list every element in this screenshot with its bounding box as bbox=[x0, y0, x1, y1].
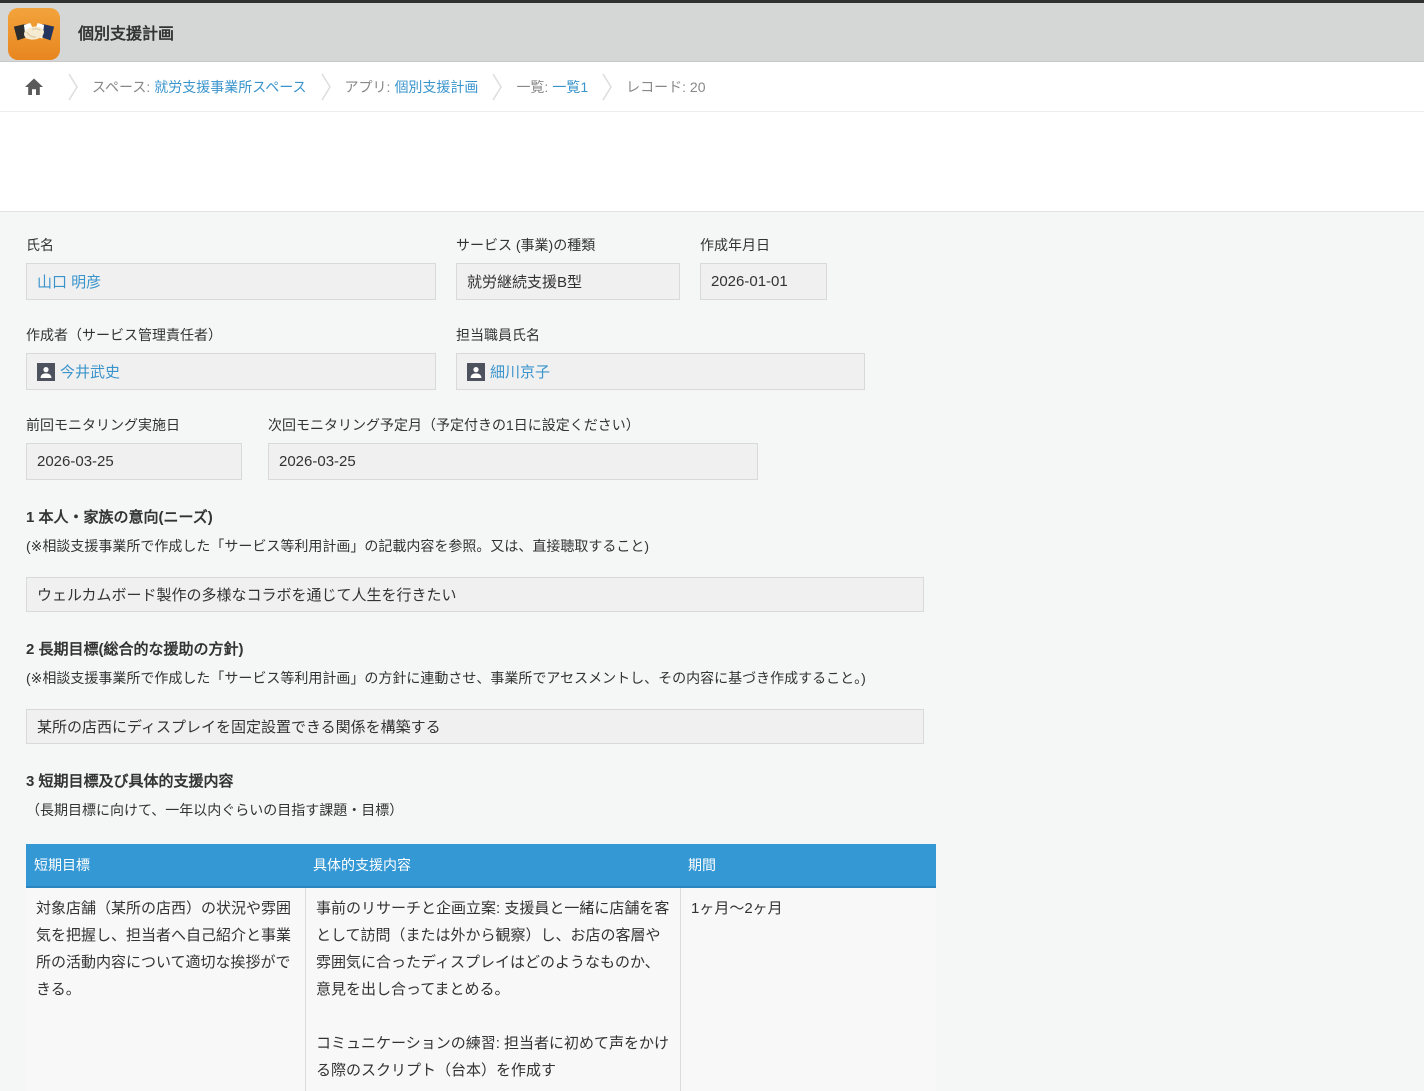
field-next-monitoring-value: 2026-03-25 bbox=[279, 453, 356, 470]
field-row-1: 氏名 山口 明彦 サービス (事業)の種類 就労継続支援B型 作成年月日 202… bbox=[26, 235, 1424, 300]
cell-support-content: 事前のリサーチと企画立案: 支援員と一緒に店舗を客として訪問（または外から観察）… bbox=[305, 888, 680, 1091]
table-row: 対象店舗（某所の店西）の状況や雰囲気を把握し、担当者へ自己紹介と事業所の活動内容… bbox=[26, 888, 936, 1091]
chevron-right-icon bbox=[602, 72, 612, 102]
breadcrumb-space-link[interactable]: 就労支援事業所スペース bbox=[154, 77, 306, 97]
field-name: 氏名 山口 明彦 bbox=[26, 235, 436, 300]
breadcrumb-app-label: アプリ: bbox=[345, 77, 391, 97]
cell-short-goal: 対象店舗（某所の店西）の状況や雰囲気を把握し、担当者へ自己紹介と事業所の活動内容… bbox=[26, 888, 305, 1091]
support-plan-table: 短期目標 具体的支援内容 期間 対象店舗（某所の店西）の状況や雰囲気を把握し、担… bbox=[26, 844, 936, 1091]
field-last-monitoring-value-box: 2026-03-25 bbox=[26, 443, 242, 480]
field-staff-label: 担当職員氏名 bbox=[456, 325, 865, 345]
field-next-monitoring: 次回モニタリング予定月（予定付きの1日に設定ください） 2026-03-25 bbox=[268, 415, 758, 480]
chevron-right-icon bbox=[321, 72, 331, 102]
field-next-monitoring-value-box: 2026-03-25 bbox=[268, 443, 758, 480]
page-title: 個別支援計画 bbox=[78, 20, 174, 44]
section-short-goal-note: （長期目標に向けて、一年以内ぐらいの目指す課題・目標） bbox=[26, 800, 1424, 820]
field-service-type-value-box: 就労継続支援B型 bbox=[456, 263, 680, 300]
field-name-value-link[interactable]: 山口 明彦 bbox=[37, 271, 101, 292]
field-created-date-value: 2026-01-01 bbox=[711, 273, 788, 290]
field-name-value-box: 山口 明彦 bbox=[26, 263, 436, 300]
field-staff: 担当職員氏名 細川京子 bbox=[456, 325, 865, 390]
user-icon bbox=[467, 363, 485, 381]
field-creator-user-chip: 今井武史 bbox=[37, 361, 120, 382]
section-short-goal-title: 3 短期目標及び具体的支援内容 bbox=[26, 770, 1424, 791]
field-next-monitoring-label: 次回モニタリング予定月（予定付きの1日に設定ください） bbox=[268, 415, 758, 435]
section-long-goal-note: (※相談支援事業所で作成した「サービス等利用計画」の方針に連動させ、事業所でアセ… bbox=[26, 668, 1424, 688]
field-row-2: 作成者（サービス管理責任者） 今井武史 担当職員氏名 細川京子 bbox=[26, 325, 1424, 390]
section-needs-title: 1 本人・家族の意向(ニーズ) bbox=[26, 506, 1424, 527]
breadcrumb: スペース: 就労支援事業所スペース アプリ: 個別支援計画 一覧: 一覧1 レコ… bbox=[0, 62, 1424, 112]
breadcrumb-view-link[interactable]: 一覧1 bbox=[552, 77, 588, 97]
section-short-goal: 3 短期目標及び具体的支援内容 （長期目標に向けて、一年以内ぐらいの目指す課題・… bbox=[26, 770, 1424, 1091]
breadcrumb-space-label: スペース: bbox=[92, 77, 150, 97]
handshake-icon bbox=[8, 8, 60, 60]
breadcrumb-view: 一覧: 一覧1 bbox=[516, 77, 588, 97]
breadcrumb-view-label: 一覧: bbox=[516, 77, 548, 97]
breadcrumb-record-label: レコード: 20 bbox=[626, 77, 705, 97]
field-creator-value-link[interactable]: 今井武史 bbox=[60, 361, 120, 382]
home-icon bbox=[24, 77, 44, 97]
user-icon bbox=[37, 363, 55, 381]
record-toolbar-area bbox=[0, 112, 1424, 212]
field-created-date: 作成年月日 2026-01-01 bbox=[700, 235, 827, 300]
field-row-3: 前回モニタリング実施日 2026-03-25 次回モニタリング予定月（予定付きの… bbox=[26, 415, 1424, 480]
field-last-monitoring: 前回モニタリング実施日 2026-03-25 bbox=[26, 415, 242, 480]
column-header-support-content: 具体的支援内容 bbox=[305, 855, 680, 875]
section-long-goal-title: 2 長期目標(総合的な援助の方針) bbox=[26, 638, 1424, 659]
column-header-short-goal: 短期目標 bbox=[26, 855, 305, 875]
field-staff-value-link[interactable]: 細川京子 bbox=[490, 361, 550, 382]
breadcrumb-app: アプリ: 個別支援計画 bbox=[345, 77, 479, 97]
field-created-date-label: 作成年月日 bbox=[700, 235, 827, 255]
chevron-right-icon bbox=[492, 72, 502, 102]
section-long-goal-value-box: 某所の店西にディスプレイを固定設置できる関係を構築する bbox=[26, 709, 924, 744]
support-plan-table-header: 短期目標 具体的支援内容 期間 bbox=[26, 844, 936, 888]
section-needs-value: ウェルカムボード製作の多様なコラボを通じて人生を行きたい bbox=[37, 584, 457, 605]
field-creator: 作成者（サービス管理責任者） 今井武史 bbox=[26, 325, 436, 390]
breadcrumb-record: レコード: 20 bbox=[626, 77, 705, 97]
section-long-goal-value: 某所の店西にディスプレイを固定設置できる関係を構築する bbox=[37, 716, 441, 737]
field-service-type: サービス (事業)の種類 就労継続支援B型 bbox=[456, 235, 680, 300]
chevron-right-icon bbox=[68, 72, 78, 102]
section-needs: 1 本人・家族の意向(ニーズ) (※相談支援事業所で作成した「サービス等利用計画… bbox=[26, 506, 1424, 612]
field-name-label: 氏名 bbox=[26, 235, 436, 255]
field-staff-user-chip: 細川京子 bbox=[467, 361, 550, 382]
field-staff-value-box: 細川京子 bbox=[456, 353, 865, 390]
field-service-type-value: 就労継続支援B型 bbox=[467, 271, 582, 292]
section-long-goal: 2 長期目標(総合的な援助の方針) (※相談支援事業所で作成した「サービス等利用… bbox=[26, 638, 1424, 744]
section-needs-value-box: ウェルカムボード製作の多様なコラボを通じて人生を行きたい bbox=[26, 577, 924, 612]
field-last-monitoring-label: 前回モニタリング実施日 bbox=[26, 415, 242, 435]
field-service-type-label: サービス (事業)の種類 bbox=[456, 235, 680, 255]
column-header-period: 期間 bbox=[680, 855, 936, 875]
section-needs-note: (※相談支援事業所で作成した「サービス等利用計画」の記載内容を参照。又は、直接聴… bbox=[26, 536, 1424, 556]
cell-period: 1ヶ月〜2ヶ月 bbox=[680, 888, 936, 1091]
field-created-date-value-box: 2026-01-01 bbox=[700, 263, 827, 300]
home-link[interactable] bbox=[14, 77, 54, 97]
field-creator-value-box: 今井武史 bbox=[26, 353, 436, 390]
record-detail-form: 氏名 山口 明彦 サービス (事業)の種類 就労継続支援B型 作成年月日 202… bbox=[0, 212, 1424, 1091]
field-last-monitoring-value: 2026-03-25 bbox=[37, 453, 114, 470]
field-creator-label: 作成者（サービス管理責任者） bbox=[26, 325, 436, 345]
breadcrumb-space: スペース: 就労支援事業所スペース bbox=[92, 77, 307, 97]
breadcrumb-app-link[interactable]: 個別支援計画 bbox=[394, 77, 478, 97]
app-header: 個別支援計画 bbox=[0, 3, 1424, 62]
